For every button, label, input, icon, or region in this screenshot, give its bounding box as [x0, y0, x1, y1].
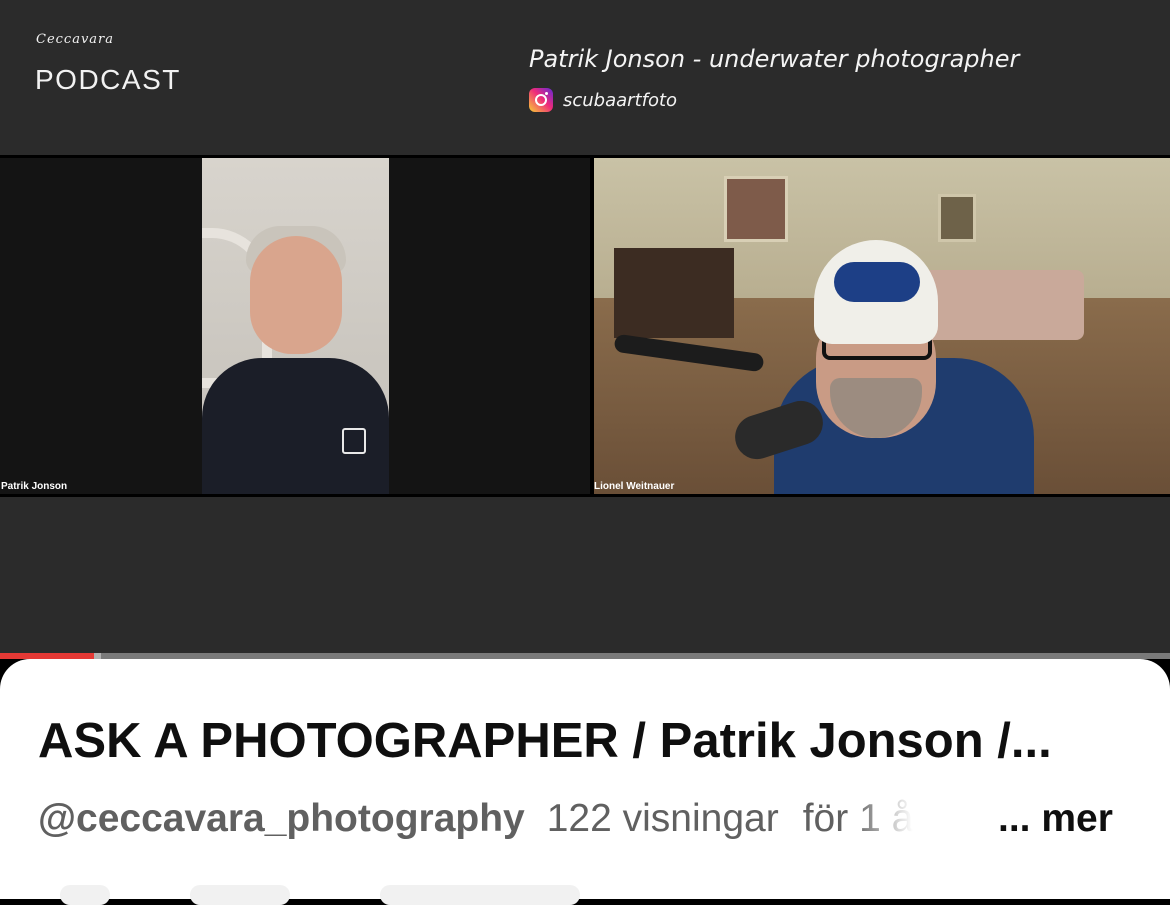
channel-handle[interactable]: @ceccavara_photography	[38, 797, 525, 841]
brand-podcast-label: PODCAST	[35, 64, 181, 95]
participant-tile-lionel: Lionel Weitnauer	[594, 158, 1170, 494]
video-call-grid: Patrik Jonson Lionel Weitnauer	[0, 155, 1170, 497]
participant-video-patrik	[202, 158, 389, 494]
more-button[interactable]: ... mer	[998, 797, 1113, 841]
instagram-credit: scubaartfoto	[529, 88, 677, 112]
instagram-handle: scubaartfoto	[563, 89, 678, 111]
video-title[interactable]: ASK A PHOTOGRAPHER / Patrik Jonson /...	[38, 713, 1133, 769]
instagram-icon	[529, 88, 553, 112]
view-count: 122 visningar	[546, 797, 779, 840]
video-meta: @ceccavara_photography 122 visningar för…	[38, 797, 913, 841]
participant-name-label: Patrik Jonson	[1, 481, 68, 492]
upload-date: för 1 år sedan	[802, 797, 913, 840]
video-player[interactable]: Ceccavara PODCAST Patrik Jonson - underw…	[0, 0, 1170, 655]
brand-script-logo: Ceccavara	[36, 32, 115, 47]
participant-name-label: Lionel Weitnauer	[594, 481, 675, 492]
video-info-panel: ASK A PHOTOGRAPHER / Patrik Jonson /... …	[0, 659, 1170, 905]
guest-title: Patrik Jonson - underwater photographer	[529, 45, 1020, 73]
participant-tile-patrik: Patrik Jonson	[0, 158, 590, 494]
